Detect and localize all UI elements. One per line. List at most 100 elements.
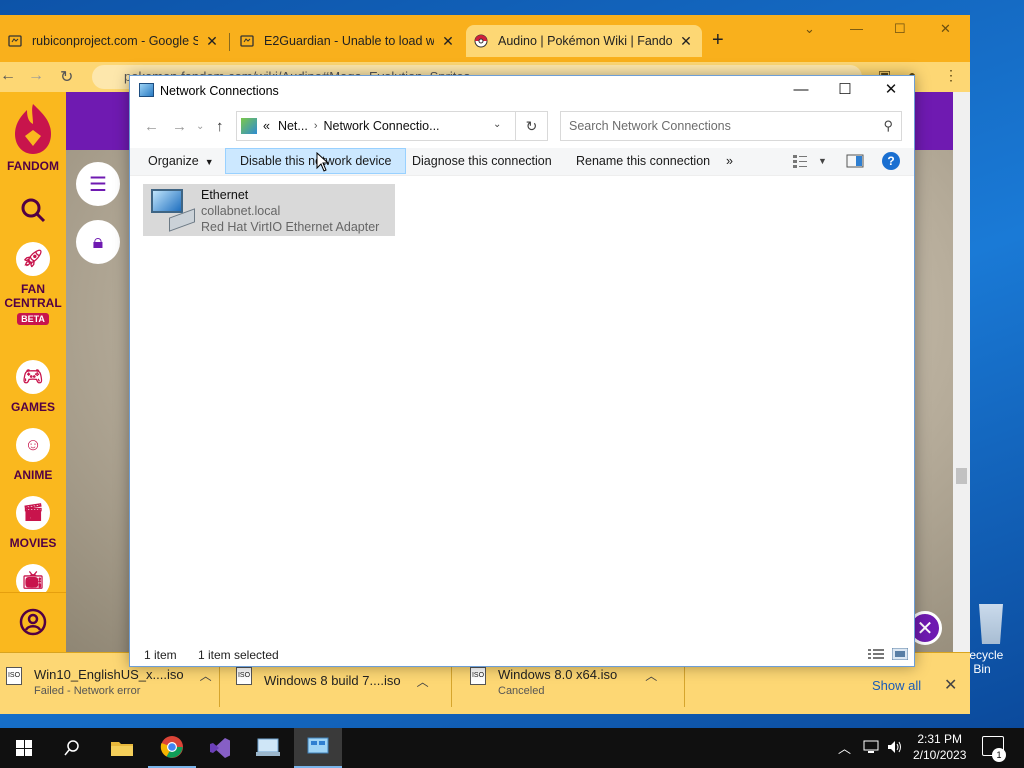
fandom-home-link[interactable]: FANDOM: [0, 100, 66, 173]
more-commands-button[interactable]: »: [716, 148, 743, 174]
search-icon[interactable]: [0, 196, 66, 227]
table-of-contents-icon[interactable]: ☰: [76, 162, 120, 206]
page-icon: [8, 34, 22, 48]
user-icon: [19, 608, 47, 636]
maximize-icon[interactable]: ☐: [894, 21, 906, 37]
lock-icon[interactable]: 🔒︎: [76, 220, 120, 264]
download-divider: [451, 661, 452, 707]
gamepad-icon: 🎮︎: [16, 360, 50, 394]
beta-badge: BETA: [17, 313, 49, 325]
up-icon[interactable]: ↑: [216, 118, 224, 135]
tab-e2guardian[interactable]: E2Guardian - Unable to load we ✕: [232, 25, 464, 57]
fan-central-label: FAN CENTRAL: [4, 282, 62, 310]
network-settings-icon[interactable]: [244, 728, 292, 768]
account-link[interactable]: [0, 592, 66, 652]
chrome-icon[interactable]: [148, 728, 196, 768]
close-window-icon[interactable]: ✕: [868, 80, 914, 102]
rename-connection-button[interactable]: Rename this connection: [566, 148, 720, 174]
ethernet-connection-item[interactable]: Ethernet collabnet.local Red Hat VirtIO …: [143, 184, 395, 236]
windows-logo-icon: [16, 740, 32, 756]
close-download-shelf-icon[interactable]: ✕: [944, 675, 957, 695]
status-bar: 1 item 1 item selected: [130, 646, 914, 666]
chevron-up-icon[interactable]: ︿: [645, 667, 657, 684]
close-window-icon[interactable]: ✕: [940, 21, 951, 37]
minimize-icon[interactable]: —: [850, 21, 863, 36]
notification-count-badge: 1: [992, 748, 1006, 762]
anime-link[interactable]: ☺ ANIME: [0, 428, 66, 482]
preview-pane-icon[interactable]: [846, 153, 864, 169]
fandom-global-nav: FANDOM 🚀︎ FAN CENTRAL BETA 🎮︎ GAMES ☺ AN…: [0, 92, 66, 652]
details-view-icon[interactable]: [868, 648, 884, 663]
system-clock[interactable]: 2:31 PM 2/10/2023: [913, 731, 966, 763]
start-button[interactable]: [0, 728, 48, 768]
chevron-down-icon[interactable]: ⌄: [493, 119, 501, 130]
show-hidden-icons-chevron-icon[interactable]: ︿: [838, 738, 851, 757]
tab-divider: [229, 33, 230, 51]
search-input[interactable]: Search Network Connections ⚲: [560, 111, 902, 141]
forward-icon[interactable]: →: [172, 118, 187, 135]
tab-rubiconproject[interactable]: rubiconproject.com - Google Sea ✕: [0, 25, 228, 57]
movies-link[interactable]: 🎬︎ MOVIES: [0, 496, 66, 550]
volume-icon[interactable]: [886, 738, 904, 759]
large-icons-view-icon[interactable]: [891, 647, 909, 663]
network-adapter-icon: [147, 187, 195, 233]
back-icon[interactable]: ←: [144, 118, 159, 135]
search-placeholder: Search Network Connections: [569, 119, 731, 133]
close-tab-icon[interactable]: ✕: [204, 33, 220, 50]
connection-name: Ethernet: [201, 188, 249, 202]
clapperboard-icon: 🎬︎: [16, 496, 50, 530]
breadcrumb-network[interactable]: Net...: [278, 119, 308, 133]
show-all-downloads-link[interactable]: Show all: [872, 678, 921, 693]
download-status: Canceled: [498, 685, 545, 697]
reload-icon[interactable]: ↻: [60, 67, 73, 87]
connection-domain: collabnet.local: [201, 204, 281, 218]
menu-icon[interactable]: ⋮: [944, 67, 958, 84]
window-title-bar[interactable]: Network Connections — ☐ ✕: [130, 76, 914, 106]
address-bar[interactable]: « Net... › Network Connectio... ⌄ ↻: [236, 111, 548, 141]
clock-date: 2/10/2023: [913, 748, 967, 762]
fan-central-link[interactable]: 🚀︎ FAN CENTRAL BETA: [0, 242, 66, 325]
page-scrollbar[interactable]: [953, 92, 970, 652]
scrollbar-thumb[interactable]: [956, 468, 967, 484]
recent-locations-icon[interactable]: ⌄: [196, 121, 204, 132]
breadcrumb-overflow[interactable]: «: [263, 119, 270, 133]
close-tab-icon[interactable]: ✕: [440, 33, 456, 50]
control-panel-icon: [241, 118, 257, 134]
rocket-icon: 🚀︎: [16, 242, 50, 276]
network-connections-icon: [139, 83, 154, 97]
close-tab-icon[interactable]: ✕: [678, 33, 694, 50]
new-tab-button[interactable]: +: [712, 29, 724, 52]
organize-button[interactable]: Organize ▼: [138, 148, 224, 174]
tab-search-icon[interactable]: ⌄: [804, 21, 815, 37]
visual-studio-icon[interactable]: [196, 728, 244, 768]
selection-count: 1 item selected: [198, 648, 279, 662]
search-icon[interactable]: [48, 728, 96, 768]
network-connections-taskbar-icon[interactable]: [294, 728, 342, 768]
caret-down-icon: ▼: [204, 157, 214, 167]
back-icon[interactable]: ←: [0, 67, 16, 85]
games-link[interactable]: 🎮︎ GAMES: [0, 360, 66, 414]
tab-title: E2Guardian - Unable to load we: [264, 34, 434, 48]
view-options-caret-icon[interactable]: ▼: [818, 153, 834, 169]
tab-audino-fandom[interactable]: Audino | Pokémon Wiki | Fandom ✕: [466, 25, 702, 57]
recycle-bin-shortcut[interactable]: Recycle Bin: [961, 604, 1022, 676]
network-tray-icon[interactable]: [862, 739, 880, 758]
file-explorer-icon[interactable]: [98, 728, 146, 768]
download-filename: Win10_EnglishUS_x....iso: [34, 667, 184, 682]
taskbar: ︿ 2:31 PM 2/10/2023 1: [0, 728, 1024, 768]
download-filename: Windows 8 build 7....iso: [264, 673, 401, 688]
download-filename: Windows 8.0 x64.iso: [498, 667, 618, 682]
forward-icon[interactable]: →: [28, 67, 44, 85]
chevron-up-icon[interactable]: ︿: [200, 667, 212, 684]
help-icon[interactable]: ?: [882, 152, 900, 170]
refresh-icon[interactable]: ↻: [515, 112, 547, 140]
tab-strip: rubiconproject.com - Google Sea ✕ E2Guar…: [0, 15, 970, 62]
breadcrumb-network-connections[interactable]: Network Connectio...: [324, 119, 440, 133]
fandom-logo-icon: [15, 104, 51, 154]
minimize-icon[interactable]: —: [778, 80, 824, 102]
change-view-icon[interactable]: [792, 153, 808, 169]
maximize-icon[interactable]: ☐: [822, 80, 868, 102]
download-status: Failed - Network error: [34, 685, 141, 697]
chevron-up-icon[interactable]: ︿: [417, 673, 429, 690]
diagnose-connection-button[interactable]: Diagnose this connection: [402, 148, 562, 174]
